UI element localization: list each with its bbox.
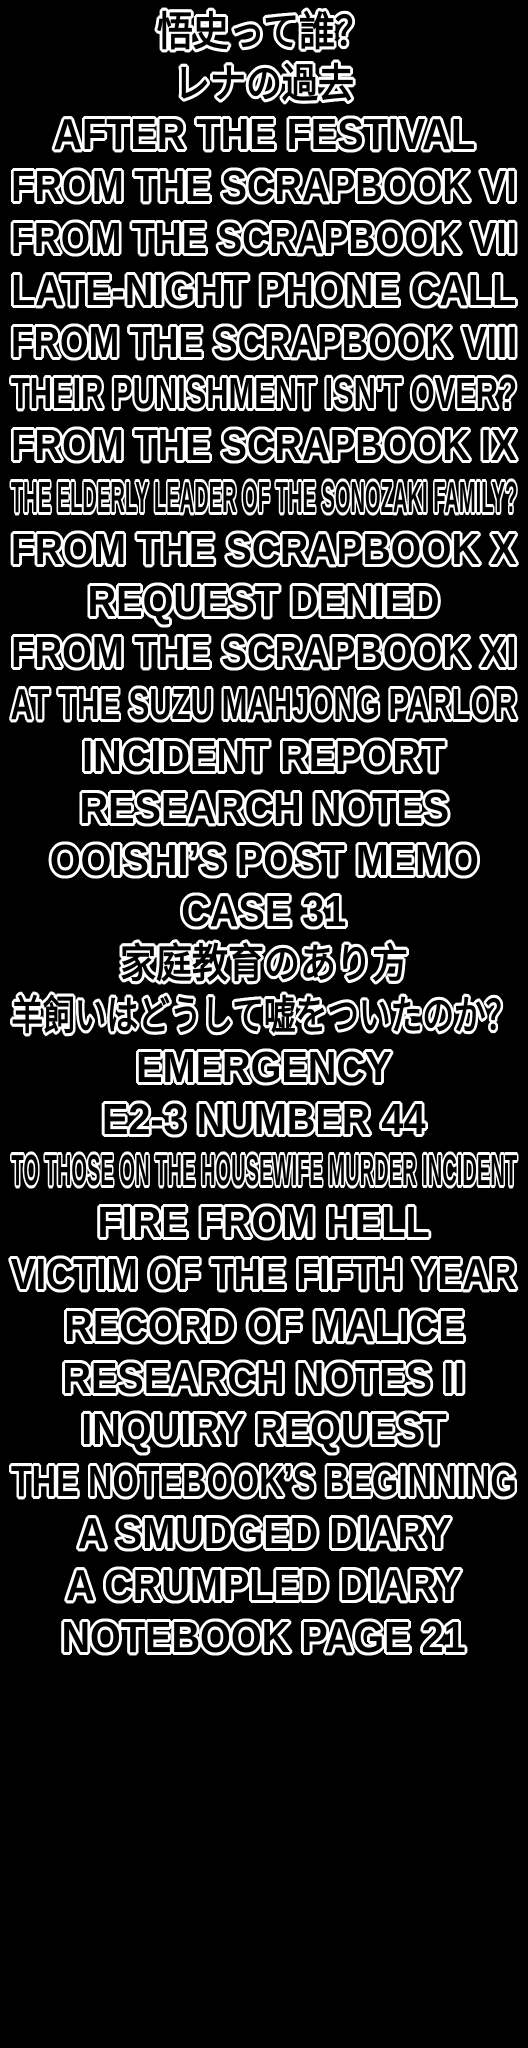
tip-item[interactable]: A CRUMPLED DIARY bbox=[0, 1560, 528, 1612]
tip-label: 悟史って誰？ bbox=[156, 8, 372, 55]
tip-label: CASE 31 bbox=[181, 887, 347, 937]
tip-label: FROM THE SCRAPBOOK XI bbox=[11, 628, 517, 678]
tip-item[interactable]: FROM THE SCRAPBOOK VII bbox=[0, 213, 528, 265]
tip-label: 家庭教育のあり方 bbox=[120, 941, 408, 988]
tip-item[interactable]: AFTER THE FESTIVAL bbox=[0, 110, 528, 162]
tip-item[interactable]: FROM THE SCRAPBOOK X bbox=[0, 524, 528, 576]
tip-item[interactable]: E2-3 NUMBER 44 bbox=[0, 1094, 528, 1146]
tip-item[interactable]: FROM THE SCRAPBOOK IX bbox=[0, 420, 528, 472]
tip-label: LATE-NIGHT PHONE CALL bbox=[11, 265, 517, 315]
tip-item[interactable]: A SMUDGED DIARY bbox=[0, 1508, 528, 1560]
tip-item[interactable]: 羊飼いはどうして嘘をついたのか？ bbox=[0, 990, 528, 1042]
tip-label: FROM THE SCRAPBOOK VII bbox=[10, 214, 518, 264]
tip-label: THE ELDERLY LEADER OF THE SONOZAKI FAMIL… bbox=[10, 473, 518, 523]
tip-item[interactable]: AT THE SUZU MAHJONG PARLOR bbox=[0, 679, 528, 731]
tip-item[interactable]: INCIDENT REPORT bbox=[0, 731, 528, 783]
tip-label: OOISHI’S POST MEMO bbox=[49, 835, 479, 885]
tip-label: INQUIRY REQUEST bbox=[81, 1405, 447, 1455]
tip-label: A SMUDGED DIARY bbox=[77, 1509, 451, 1558]
tip-item[interactable]: LATE-NIGHT PHONE CALL bbox=[0, 265, 528, 317]
tip-item[interactable]: CASE 31 bbox=[0, 887, 528, 939]
tip-item[interactable]: REQUEST DENIED bbox=[0, 576, 528, 628]
tip-label: FROM THE SCRAPBOOK VI bbox=[11, 162, 517, 212]
tip-label: 羊飼いはどうして嘘をついたのか？ bbox=[11, 993, 517, 1040]
tip-item[interactable]: RESEARCH NOTES II bbox=[0, 1353, 528, 1405]
tip-item[interactable]: 家庭教育のあり方 bbox=[0, 938, 528, 990]
tip-item[interactable]: THE NOTEBOOK’S BEGINNING bbox=[0, 1456, 528, 1508]
tip-label: REQUEST DENIED bbox=[87, 576, 441, 626]
tip-label: FROM THE SCRAPBOOK VIII bbox=[10, 317, 518, 367]
tip-label: FROM THE SCRAPBOOK X bbox=[11, 524, 517, 574]
tip-label: EMERGENCY bbox=[136, 1042, 392, 1092]
tip-item[interactable]: FIRE FROM HELL bbox=[0, 1197, 528, 1249]
tip-item[interactable]: THEIR PUNISHMENT ISN'T OVER? bbox=[0, 369, 528, 421]
tip-label: NOTEBOOK PAGE 21 bbox=[61, 1612, 467, 1662]
tip-item[interactable]: OOISHI’S POST MEMO bbox=[0, 835, 528, 887]
tip-item[interactable]: 悟史って誰？ bbox=[0, 6, 528, 58]
tip-item[interactable]: RESEARCH NOTES bbox=[0, 783, 528, 835]
tip-item[interactable]: FROM THE SCRAPBOOK VI bbox=[0, 161, 528, 213]
tip-label: FIRE FROM HELL bbox=[97, 1198, 431, 1248]
tip-label: THE NOTEBOOK’S BEGINNING bbox=[11, 1457, 517, 1507]
tip-label: RESEARCH NOTES bbox=[79, 783, 449, 833]
tip-item[interactable]: FROM THE SCRAPBOOK XI bbox=[0, 628, 528, 680]
tip-label: FROM THE SCRAPBOOK IX bbox=[11, 421, 517, 471]
tip-label: AT THE SUZU MAHJONG PARLOR bbox=[10, 680, 518, 730]
tip-label: INCIDENT REPORT bbox=[82, 732, 446, 782]
tip-label: レナの過去 bbox=[174, 60, 354, 107]
tip-label: AFTER THE FESTIVAL bbox=[53, 110, 475, 160]
tip-item[interactable]: INQUIRY REQUEST bbox=[0, 1405, 528, 1457]
tip-item[interactable]: NOTEBOOK PAGE 21 bbox=[0, 1612, 528, 1664]
tip-label: THEIR PUNISHMENT ISN'T OVER? bbox=[10, 369, 518, 419]
tips-list: 悟史って誰？ レナの過去 AFTER THE FESTIVAL FROM THE… bbox=[0, 6, 528, 1664]
tip-item[interactable]: TO THOSE ON THE HOUSEWIFE MURDER INCIDEN… bbox=[0, 1146, 528, 1198]
tip-label: E2-3 NUMBER 44 bbox=[102, 1094, 426, 1144]
tip-item[interactable]: EMERGENCY bbox=[0, 1042, 528, 1094]
tip-label: A CRUMPLED DIARY bbox=[66, 1560, 462, 1610]
tip-item[interactable]: VICTIM OF THE FIFTH YEAR bbox=[0, 1249, 528, 1301]
tip-item[interactable]: THE ELDERLY LEADER OF THE SONOZAKI FAMIL… bbox=[0, 472, 528, 524]
tip-label: RESEARCH NOTES II bbox=[62, 1353, 466, 1403]
tip-item[interactable]: RECORD OF MALICE bbox=[0, 1301, 528, 1353]
tip-item[interactable]: FROM THE SCRAPBOOK VIII bbox=[0, 317, 528, 369]
tip-label: RECORD OF MALICE bbox=[63, 1301, 465, 1351]
tip-label: VICTIM OF THE FIFTH YEAR bbox=[11, 1250, 517, 1300]
tip-label: TO THOSE ON THE HOUSEWIFE MURDER INCIDEN… bbox=[11, 1146, 517, 1196]
tip-item[interactable]: レナの過去 bbox=[0, 58, 528, 110]
